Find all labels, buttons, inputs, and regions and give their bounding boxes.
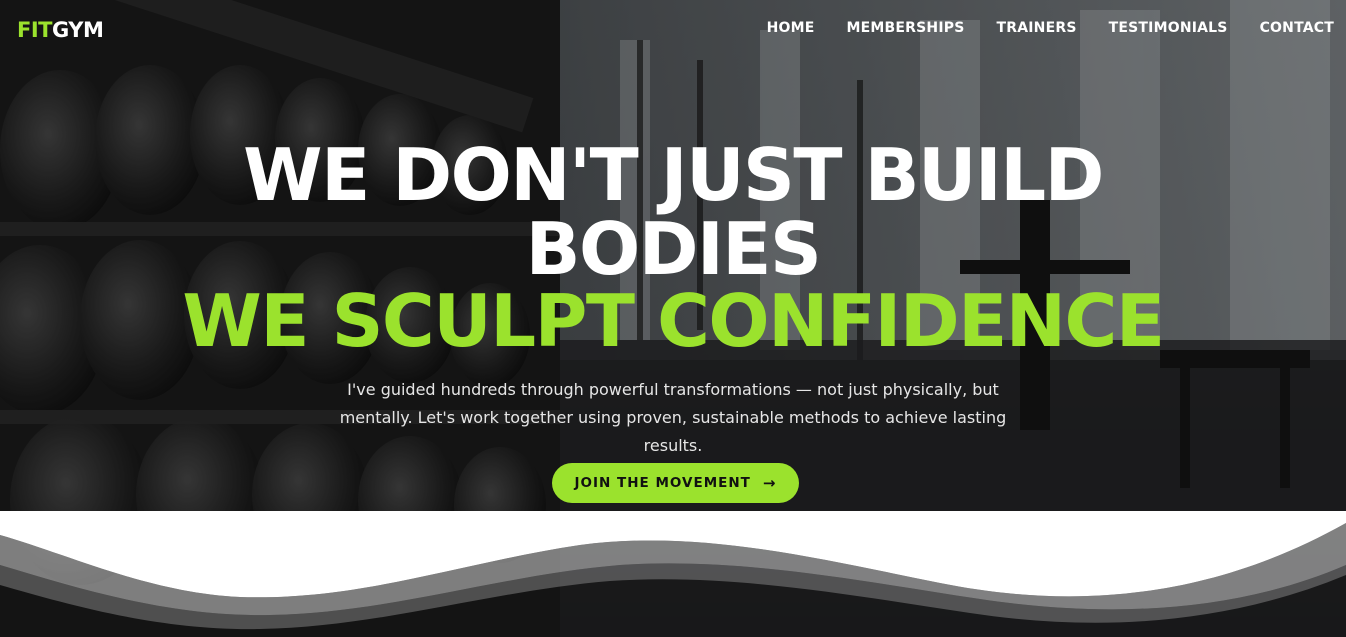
- cta-label: JOIN THE MOVEMENT: [574, 475, 751, 491]
- headline-line-2: BODIES: [525, 207, 822, 291]
- nav-item-contact[interactable]: CONTACT: [1260, 20, 1334, 36]
- hero-headline: WE DON'T JUST BUILD BODIES WE SCULPT CON…: [0, 138, 1346, 358]
- top-navigation: FITGYM HOME MEMBERSHIPS TRAINERS TESTIMO…: [0, 0, 1346, 60]
- subtext-line-1: I've guided hundreds through powerful tr…: [347, 380, 999, 399]
- logo-fit: FIT: [17, 18, 52, 42]
- nav-item-testimonials[interactable]: TESTIMONIALS: [1109, 20, 1228, 36]
- nav-item-trainers[interactable]: TRAINERS: [997, 20, 1077, 36]
- wave-divider: [0, 511, 1346, 630]
- join-the-movement-button[interactable]: JOIN THE MOVEMENT →: [552, 463, 799, 503]
- nav-menu: HOME MEMBERSHIPS TRAINERS TESTIMONIALS C…: [735, 20, 1334, 36]
- hero-subtext: I've guided hundreds through powerful tr…: [323, 376, 1023, 460]
- nav-item-home[interactable]: HOME: [767, 20, 815, 36]
- headline-line-3: WE SCULPT CONFIDENCE: [182, 279, 1165, 363]
- subtext-line-2: mentally. Let's work together using prov…: [339, 408, 1007, 455]
- arrow-right-icon: →: [762, 474, 777, 492]
- nav-item-memberships[interactable]: MEMBERSHIPS: [847, 20, 965, 36]
- hero-section: FITGYM HOME MEMBERSHIPS TRAINERS TESTIMO…: [0, 0, 1346, 637]
- headline-line-1: WE DON'T JUST BUILD: [243, 133, 1104, 217]
- logo-gym: GYM: [51, 18, 104, 42]
- logo[interactable]: FITGYM: [17, 18, 104, 42]
